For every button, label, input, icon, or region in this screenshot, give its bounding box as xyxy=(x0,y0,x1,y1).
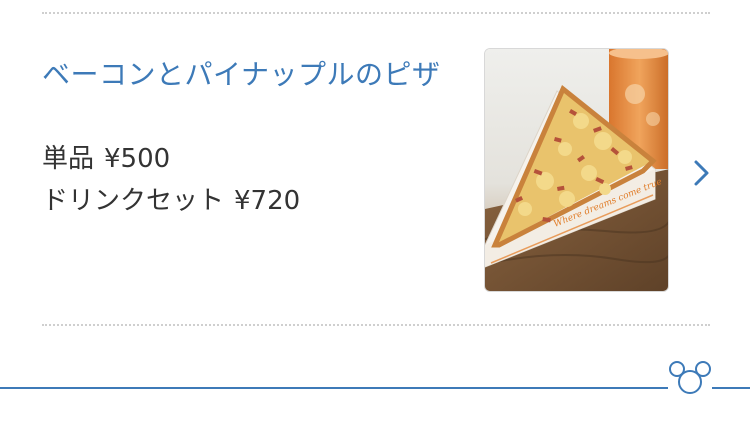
set-label: ドリンクセット xyxy=(42,186,225,216)
section-bottom-line xyxy=(0,387,750,389)
bottom-dotted-divider xyxy=(42,324,710,326)
item-title[interactable]: ベーコンとパイナップルのピザ xyxy=(42,52,442,98)
chevron-right-icon[interactable] xyxy=(690,156,714,190)
single-price: ¥500 xyxy=(104,144,171,174)
menu-item-row[interactable]: ベーコンとパイナップルのピザ 単品 ¥500 ドリンクセット ¥720 Wher… xyxy=(0,14,750,322)
pizza-photo: Where dreams come true xyxy=(485,49,668,291)
set-price-line: ドリンクセット ¥720 xyxy=(42,184,300,218)
pizza-thumbnail[interactable]: Where dreams come true xyxy=(484,48,669,292)
set-price: ¥720 xyxy=(234,186,301,216)
single-price-line: 単品 ¥500 xyxy=(42,142,170,176)
mickey-head-icon xyxy=(668,358,712,396)
single-label: 単品 xyxy=(42,144,95,174)
